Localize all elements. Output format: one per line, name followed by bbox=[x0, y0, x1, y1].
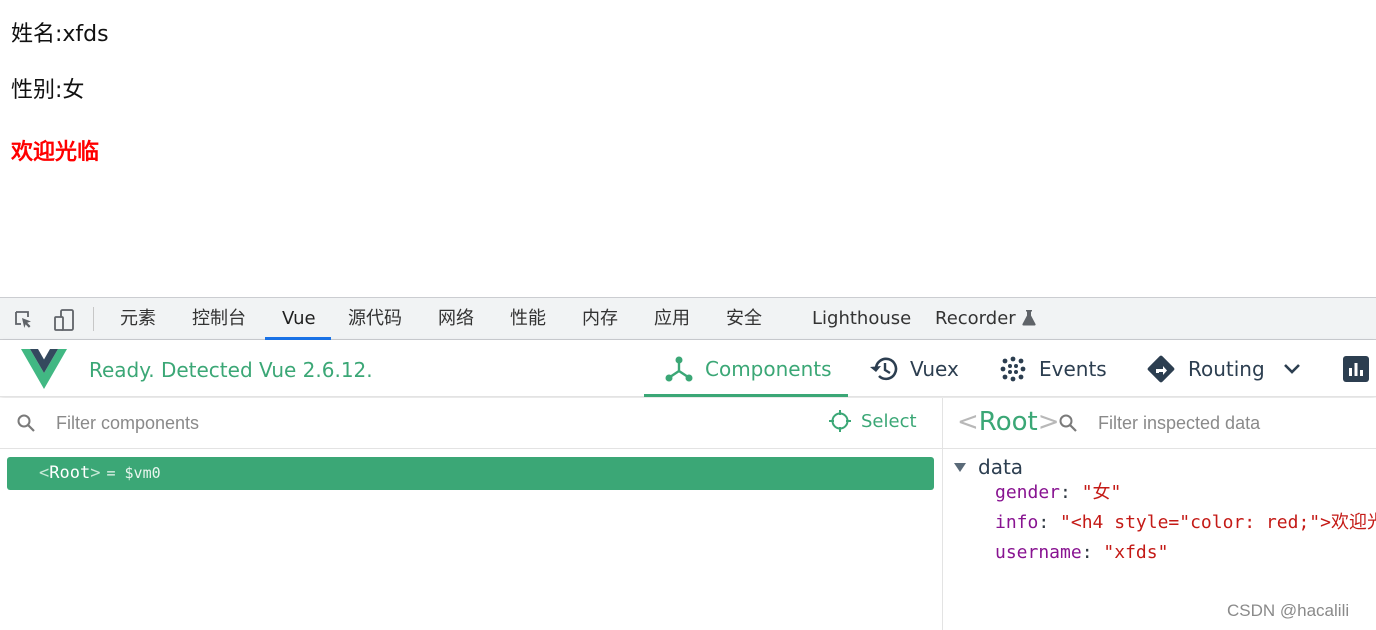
nav-routing[interactable]: Routing bbox=[1146, 340, 1301, 397]
select-label: Select bbox=[861, 410, 917, 432]
toolbar-divider bbox=[93, 307, 94, 331]
title-open-bracket: < bbox=[957, 407, 979, 437]
inspector-header: <Root> bbox=[943, 398, 1376, 449]
vue-detected-status: Ready. Detected Vue 2.6.12. bbox=[89, 358, 373, 382]
inspected-component-title: <Root> bbox=[957, 406, 1060, 438]
caret-down-icon bbox=[954, 462, 966, 472]
components-filter-bar: Select bbox=[0, 398, 943, 449]
tag-close-bracket: > bbox=[90, 463, 101, 483]
routing-diamond-icon bbox=[1146, 354, 1176, 384]
device-toolbar-icon[interactable] bbox=[52, 308, 76, 332]
nav-vuex-label: Vuex bbox=[910, 356, 959, 381]
performance-chart-icon bbox=[1343, 355, 1369, 382]
nav-events-label: Events bbox=[1039, 356, 1107, 381]
search-icon bbox=[16, 413, 36, 437]
title-name: Root bbox=[978, 407, 1038, 437]
prop-value: "女" bbox=[1081, 482, 1122, 503]
prop-key: gender bbox=[995, 482, 1061, 503]
history-icon bbox=[868, 355, 898, 383]
nav-components-label: Components bbox=[705, 356, 832, 381]
vue-logo bbox=[21, 349, 67, 393]
vue-devtools-header: Ready. Detected Vue 2.6.12. Components V… bbox=[0, 340, 1376, 397]
csdn-watermark: CSDN @hacalili bbox=[1227, 601, 1350, 620]
inspect-element-icon[interactable] bbox=[12, 308, 36, 332]
select-component-button[interactable]: Select bbox=[829, 410, 917, 432]
nav-vuex[interactable]: Vuex bbox=[868, 340, 959, 397]
filter-inspected-data-input[interactable] bbox=[1098, 410, 1368, 436]
tab-memory[interactable]: 内存 bbox=[582, 298, 618, 340]
filter-components-input[interactable] bbox=[56, 410, 756, 436]
tab-elements[interactable]: 元素 bbox=[120, 298, 156, 340]
gender-line: 性别:女 bbox=[11, 78, 85, 103]
chevron-down-icon bbox=[1283, 363, 1301, 375]
devtools-tab-bar: 元素 控制台 Vue 源代码 网络 性能 内存 应用 安全 Lighthouse… bbox=[0, 297, 1376, 340]
vm-reference: = $vm0 bbox=[106, 464, 161, 482]
welcome-heading: 欢迎光临 bbox=[11, 140, 100, 165]
tab-vue[interactable]: Vue bbox=[282, 298, 316, 340]
prop-value: "xfds" bbox=[1103, 542, 1169, 563]
components-nav-indicator bbox=[644, 394, 848, 397]
tab-application[interactable]: 应用 bbox=[654, 298, 690, 340]
nav-events[interactable]: Events bbox=[999, 340, 1107, 397]
nav-components[interactable]: Components bbox=[665, 340, 832, 397]
data-section-toggle[interactable]: data bbox=[954, 455, 1023, 479]
data-prop-row[interactable]: gender: "女" bbox=[995, 480, 1121, 506]
prop-key: username bbox=[995, 542, 1082, 563]
tab-lighthouse[interactable]: Lighthouse bbox=[812, 298, 911, 340]
data-section-label: data bbox=[978, 455, 1024, 479]
inspector-pane: <Root> data gender: "女" info: "<h4 style… bbox=[943, 398, 1376, 630]
tab-security[interactable]: 安全 bbox=[726, 298, 762, 340]
tab-console[interactable]: 控制台 bbox=[192, 298, 246, 340]
prop-value: "<h4 style="color: red;">欢迎光临</h4>" bbox=[1060, 512, 1376, 533]
events-dots-icon bbox=[999, 355, 1027, 383]
page-content: 姓名:xfds 性别:女 欢迎光临 bbox=[0, 0, 1376, 297]
title-close-bracket: > bbox=[1037, 407, 1060, 437]
tab-recorder[interactable]: Recorder bbox=[935, 298, 1036, 340]
components-tree-icon bbox=[665, 355, 693, 383]
data-prop-row[interactable]: info: "<h4 style="color: red;">欢迎光临</h4>… bbox=[995, 510, 1376, 536]
data-prop-row[interactable]: username: "xfds" bbox=[995, 540, 1168, 566]
prop-key: info bbox=[995, 512, 1039, 533]
tree-node-name: Root bbox=[49, 463, 91, 483]
nav-routing-label: Routing bbox=[1188, 356, 1265, 381]
tab-recorder-label: Recorder bbox=[935, 308, 1016, 329]
name-line: 姓名:xfds bbox=[11, 22, 109, 47]
tag-open-bracket: < bbox=[39, 463, 50, 483]
search-icon bbox=[1058, 413, 1078, 437]
beaker-icon bbox=[1022, 300, 1036, 342]
crosshair-icon bbox=[829, 410, 851, 432]
component-tree-pane: Select <Root> = $vm0 bbox=[0, 398, 943, 630]
tab-sources[interactable]: 源代码 bbox=[348, 298, 402, 340]
tab-performance[interactable]: 性能 bbox=[510, 298, 546, 340]
nav-performance[interactable] bbox=[1343, 340, 1369, 397]
tree-node-root[interactable]: <Root> = $vm0 bbox=[7, 457, 934, 490]
tab-network[interactable]: 网络 bbox=[438, 298, 474, 340]
